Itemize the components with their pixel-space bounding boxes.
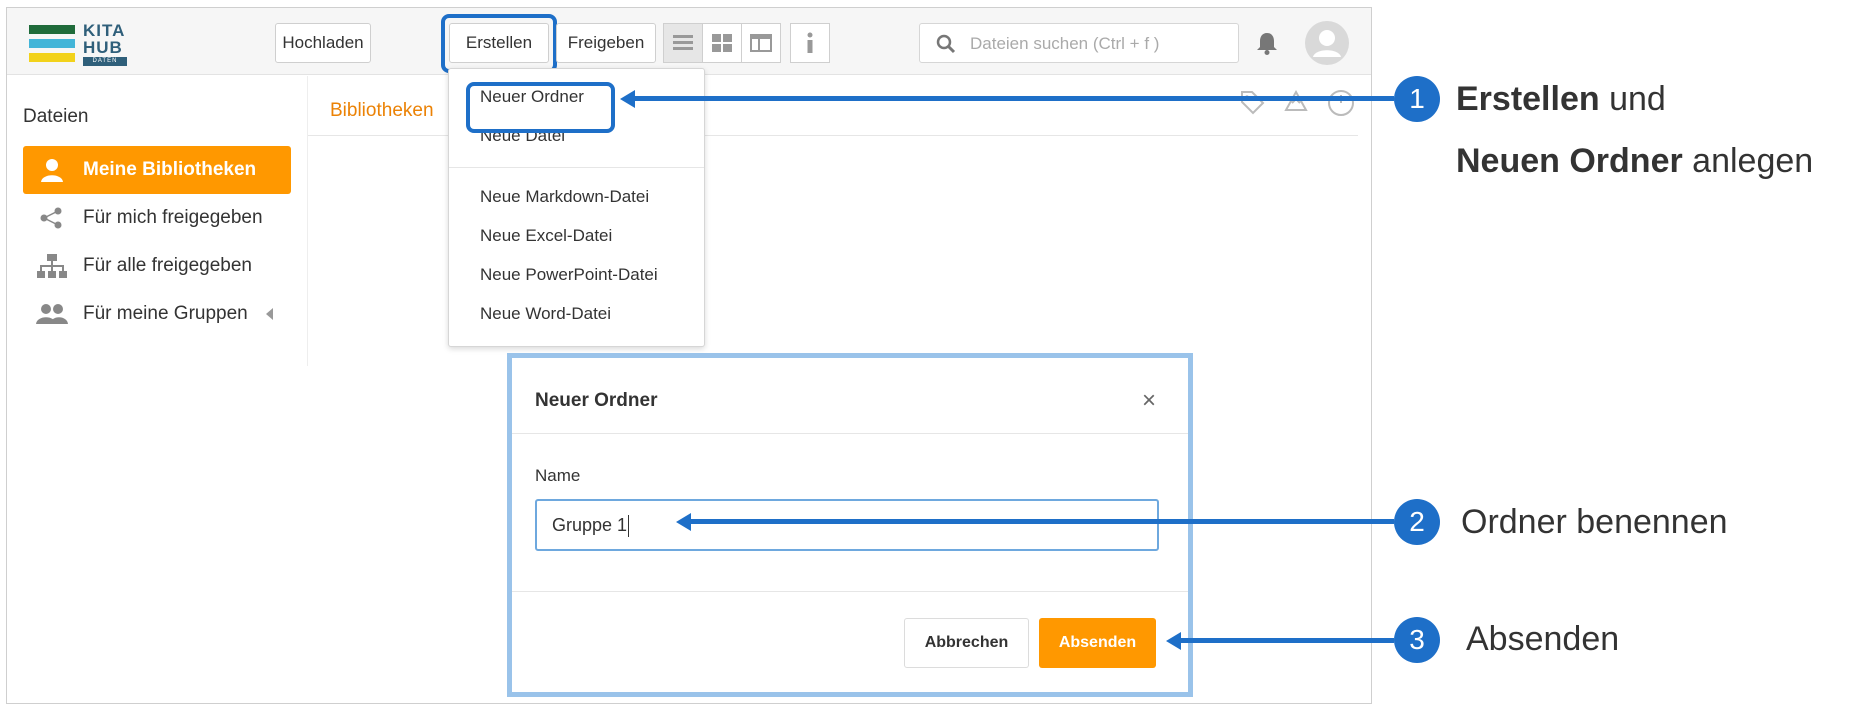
share-button[interactable]: Freigeben — [556, 23, 656, 63]
highlight-create-button — [441, 14, 557, 73]
sidebar-title: Dateien — [23, 106, 89, 127]
sidebar-item-shared-with-me[interactable]: Für mich freigegeben — [23, 194, 291, 242]
top-bar: KITA HUB DATEN Hochladen Erstellen Freig… — [7, 8, 1371, 75]
sidebar-item-my-libraries[interactable]: Meine Bibliotheken — [23, 146, 291, 194]
annotation-badge-2: 2 — [1394, 499, 1440, 545]
menu-item-new-powerpoint[interactable]: Neue PowerPoint-Datei — [480, 265, 658, 285]
tag-icon[interactable] — [1239, 89, 1265, 115]
annotation-arrow-3 — [1178, 638, 1394, 643]
folder-name-input[interactable]: Gruppe 1 — [535, 499, 1159, 551]
search-input[interactable] — [970, 32, 1230, 56]
app-window: KITA HUB DATEN Hochladen Erstellen Freig… — [6, 7, 1372, 704]
grid-view-button[interactable] — [702, 23, 742, 63]
sidebar-item-my-groups[interactable]: Für meine Gruppen — [23, 290, 291, 338]
search-icon — [936, 34, 956, 54]
logo-stripe-blue — [29, 39, 75, 48]
column-view-button[interactable] — [741, 23, 781, 63]
annotation-plain: und — [1599, 80, 1666, 118]
tutorial-screenshot: KITA HUB DATEN Hochladen Erstellen Freig… — [0, 0, 1861, 704]
submit-button[interactable]: Absenden — [1039, 618, 1156, 668]
upload-button[interactable]: Hochladen — [275, 23, 371, 63]
text-caret — [628, 515, 630, 538]
column-view-icon — [750, 34, 772, 52]
annotation-badge-3: 3 — [1394, 617, 1440, 663]
dialog-footer-divider — [512, 591, 1188, 592]
menu-item-new-word[interactable]: Neue Word-Datei — [480, 304, 611, 324]
annotation-arrowhead-2 — [676, 512, 691, 531]
org-tree-icon — [37, 254, 67, 278]
annotation-badge-1: 1 — [1394, 76, 1440, 122]
list-view-icon — [673, 35, 693, 50]
annotation-plain: anlegen — [1682, 142, 1814, 180]
annotation-text-2: Ordner benennen — [1461, 503, 1728, 541]
info-button[interactable] — [790, 23, 830, 63]
list-view-button[interactable] — [663, 23, 703, 63]
dialog-header-divider — [512, 433, 1188, 434]
info-icon — [807, 32, 813, 53]
menu-item-new-excel[interactable]: Neue Excel-Datei — [480, 226, 612, 246]
logo-text-kita: KITA — [83, 21, 126, 40]
logo-stripe-green — [29, 25, 75, 34]
name-label: Name — [535, 466, 581, 485]
menu-divider — [449, 167, 704, 168]
chevron-left-icon[interactable] — [265, 308, 274, 320]
user-icon — [41, 159, 63, 182]
folder-name-value: Gruppe 1 — [552, 515, 628, 535]
cancel-button[interactable]: Abbrechen — [904, 618, 1029, 668]
sidebar: Dateien Meine Bibliotheken Für mich frei… — [7, 76, 307, 366]
annotation-arrow-2 — [688, 519, 1394, 524]
sidebar-item-label: Für meine Gruppen — [83, 303, 248, 324]
sidebar-item-label: Für mich freigegeben — [83, 207, 263, 228]
annotation-text-1a: Erstellen und — [1456, 80, 1666, 119]
annotation-text-3: Absenden — [1466, 620, 1620, 658]
annotation-arrow-1 — [632, 96, 1394, 101]
search-box[interactable] — [919, 23, 1239, 63]
grid-view-icon — [712, 34, 732, 52]
annotation-arrowhead-3 — [1166, 631, 1181, 650]
annotation-bold: Neuen Ordner — [1456, 142, 1683, 180]
annotation-text-1b: Neuen Ordner anlegen — [1456, 142, 1813, 181]
new-folder-dialog: Neuer Ordner × Name Gruppe 1 Abbrechen A… — [507, 353, 1193, 697]
logo-text-hub: HUB — [83, 38, 123, 57]
menu-item-new-markdown[interactable]: Neue Markdown-Datei — [480, 187, 649, 207]
dialog-title: Neuer Ordner — [535, 390, 658, 411]
share-icon — [40, 207, 62, 229]
close-icon[interactable]: × — [1142, 387, 1156, 415]
bell-icon[interactable] — [1256, 31, 1278, 55]
kitahub-logo[interactable]: KITA HUB DATEN — [29, 22, 134, 68]
annotation-arrowhead-1 — [620, 89, 635, 108]
sidebar-item-label: Meine Bibliotheken — [83, 159, 257, 180]
logo-stripe-yellow — [29, 53, 75, 62]
annotation-bold: Erstellen — [1456, 80, 1600, 118]
highlight-new-folder — [466, 82, 615, 133]
history-icon[interactable] — [1327, 89, 1355, 117]
group-icon — [36, 304, 68, 324]
avatar[interactable] — [1305, 21, 1349, 65]
logo-text-daten: DATEN — [83, 57, 127, 66]
breadcrumb[interactable]: Bibliotheken — [330, 100, 434, 122]
sidebar-item-label: Für alle freigegeben — [83, 255, 252, 276]
recycle-icon[interactable] — [1283, 89, 1309, 115]
sidebar-item-shared-with-all[interactable]: Für alle freigegeben — [23, 242, 291, 290]
